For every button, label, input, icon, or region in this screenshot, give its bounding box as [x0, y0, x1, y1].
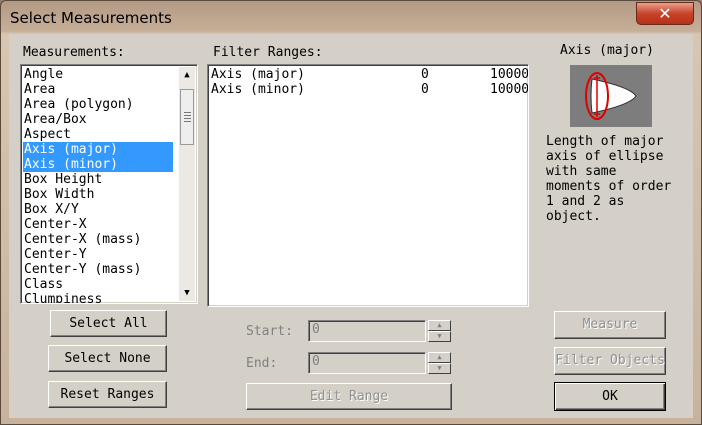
close-icon: ✕ [658, 4, 672, 23]
select-all-button[interactable]: Select All [50, 310, 167, 337]
title-bar[interactable]: Select Measurements ✕ [1, 1, 701, 34]
filter-ranges-list[interactable]: Axis (major) 0 10000 Axis (minor) 0 10000 [207, 64, 529, 307]
ellipse-major-axis-icon [585, 72, 637, 120]
end-label: End: [246, 356, 278, 371]
end-spin-down-icon[interactable]: ▼ [428, 363, 451, 374]
measure-button[interactable]: Measure [554, 311, 666, 339]
end-input[interactable]: 0 [308, 352, 426, 374]
select-none-button[interactable]: Select None [48, 345, 167, 372]
reset-ranges-button[interactable]: Reset Ranges [48, 381, 167, 408]
dialog-client: Measurements: Angle Area Area (polygon) Are… [9, 34, 693, 418]
filter-objects-button[interactable]: Filter Objects [554, 347, 666, 375]
measurement-list-item[interactable]: Box Height [24, 172, 102, 187]
start-spin-up-icon[interactable]: ▲ [428, 320, 451, 331]
filter-range-row[interactable]: Axis (minor) 0 10000 [211, 82, 529, 97]
dialog-window: Select Measurements ✕ Measurements: Angl… [0, 0, 702, 425]
scroll-down-icon[interactable]: ▼ [179, 285, 195, 301]
measurement-list-item[interactable]: Axis (minor) [23, 157, 173, 172]
edit-range-button[interactable]: Edit Range [246, 383, 452, 410]
measurements-scrollbar[interactable]: ▲ ▼ [179, 67, 195, 301]
window-title: Select Measurements [10, 9, 172, 27]
filter-range-name: Axis (minor) [211, 82, 305, 97]
filter-range-max: 10000 [490, 67, 529, 82]
measurement-list-item[interactable]: Center-Y [24, 247, 87, 262]
measurement-description: Length of major axis of ellipse with sam… [546, 134, 672, 224]
ok-button[interactable]: OK [554, 382, 666, 411]
measurement-list-item[interactable]: Center-X [24, 217, 87, 232]
measurement-list-item[interactable]: Area/Box [24, 112, 87, 127]
measurement-list-item[interactable]: Center-X (mass) [24, 232, 141, 247]
measurement-list-item[interactable]: Box X/Y [24, 202, 79, 217]
filter-ranges-label: Filter Ranges: [213, 45, 323, 60]
measurements-label: Measurements: [23, 45, 125, 60]
end-spinner[interactable]: ▲ ▼ [428, 352, 451, 374]
start-input[interactable]: 0 [308, 320, 426, 342]
start-spinner[interactable]: ▲ ▼ [428, 320, 451, 342]
measurement-list-item[interactable]: Center-Y (mass) [24, 262, 141, 277]
measurement-list-item[interactable]: Clumpiness [24, 292, 102, 303]
filter-range-row[interactable]: Axis (major) 0 10000 [211, 67, 529, 82]
measurement-preview [570, 65, 652, 127]
measurements-list[interactable]: Angle Area Area (polygon) Area/Box Aspect Axi… [20, 64, 198, 304]
measurement-list-item[interactable]: Area [24, 82, 55, 97]
filter-range-max: 10000 [490, 82, 529, 97]
scroll-thumb[interactable] [180, 89, 194, 145]
close-button[interactable]: ✕ [636, 2, 694, 25]
measurement-list-item[interactable]: Angle [24, 67, 63, 82]
measurement-list-item[interactable]: Class [24, 277, 63, 292]
start-spin-down-icon[interactable]: ▼ [428, 331, 451, 342]
filter-range-min: 0 [421, 82, 429, 97]
scroll-up-icon[interactable]: ▲ [179, 67, 195, 83]
measurement-list-item[interactable]: Box Width [24, 187, 94, 202]
measurement-list-item[interactable]: Area (polygon) [24, 97, 134, 112]
measurement-list-item[interactable]: Aspect [24, 127, 71, 142]
measurement-list-item[interactable]: Axis (major) [23, 142, 173, 157]
filter-range-min: 0 [421, 67, 429, 82]
start-label: Start: [246, 324, 293, 339]
info-title: Axis (major) [560, 43, 654, 58]
filter-range-name: Axis (major) [211, 67, 305, 82]
end-spin-up-icon[interactable]: ▲ [428, 352, 451, 363]
